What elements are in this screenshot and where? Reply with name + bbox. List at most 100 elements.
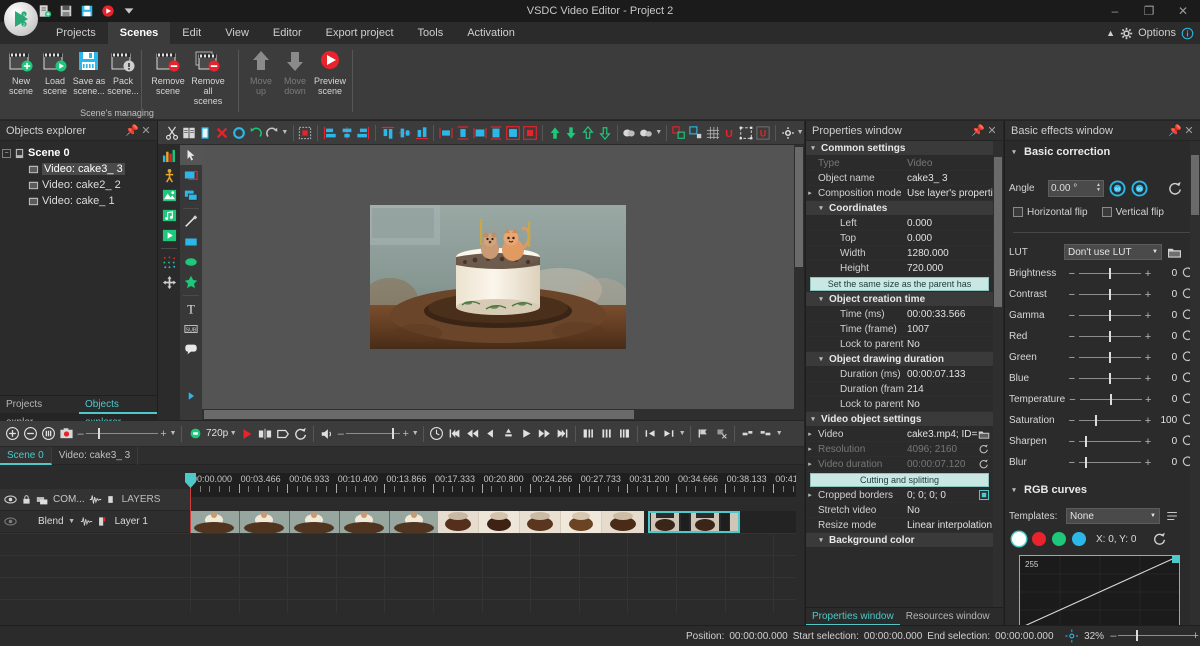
- canvas-vscroll-thumb[interactable]: [795, 147, 803, 267]
- spinner-arrows-icon[interactable]: ▲▼: [1096, 183, 1101, 193]
- skip-end-button[interactable]: [554, 424, 571, 444]
- volume-slider[interactable]: [346, 427, 400, 441]
- vertical-flip-checkbox[interactable]: [1102, 207, 1112, 217]
- settings-button[interactable]: [780, 123, 796, 143]
- slider-minus[interactable]: −: [1067, 373, 1076, 385]
- eye-icon[interactable]: [4, 515, 17, 528]
- lut-select[interactable]: Don't use LUT ▼: [1064, 244, 1162, 260]
- play2-button[interactable]: [518, 424, 535, 444]
- marker-mid-button[interactable]: [598, 424, 615, 444]
- image-tool[interactable]: [158, 185, 180, 205]
- close-icon[interactable]: ✕: [139, 124, 153, 137]
- blend-label[interactable]: Blend: [38, 516, 64, 527]
- slider-minus[interactable]: −: [1068, 394, 1077, 406]
- expand-arrow-icon[interactable]: ▸: [806, 445, 814, 453]
- eye-icon[interactable]: [4, 493, 17, 506]
- waveform-icon[interactable]: [89, 493, 102, 506]
- delete-button[interactable]: [214, 123, 230, 143]
- slider-track[interactable]: [1080, 393, 1141, 407]
- next-marker-button[interactable]: [660, 424, 677, 444]
- templates-select[interactable]: None ▼: [1066, 508, 1160, 524]
- layers-stack-icon[interactable]: [36, 493, 49, 506]
- move-up-button[interactable]: Moveup: [244, 48, 278, 96]
- paste-button[interactable]: [197, 123, 213, 143]
- particles-tool[interactable]: [158, 252, 180, 272]
- prop-row-width[interactable]: Width1280.000: [806, 246, 993, 261]
- distribute-h-button[interactable]: [438, 123, 454, 143]
- prop-row-type[interactable]: TypeVideo: [806, 156, 993, 171]
- timeline-clip-2[interactable]: [438, 511, 644, 533]
- timeline-zoom-caret-icon[interactable]: ▼: [169, 430, 177, 437]
- slider-minus[interactable]: −: [1067, 289, 1076, 301]
- collapse-arrow-icon[interactable]: ▾: [1009, 148, 1019, 156]
- redo-caret-icon[interactable]: ▼: [281, 129, 288, 136]
- info-icon[interactable]: [1181, 27, 1194, 40]
- prop-group-video-object-settings[interactable]: ▾Video object settings: [806, 412, 993, 427]
- tab-projects-explorer[interactable]: Projects explor...: [0, 396, 79, 414]
- zoom-in-button[interactable]: [4, 424, 21, 444]
- stop-button[interactable]: [500, 424, 517, 444]
- audio-tool[interactable]: [158, 205, 180, 225]
- subtitle-tool[interactable]: SUB: [180, 319, 202, 339]
- slider-plus[interactable]: +: [1144, 373, 1153, 385]
- tree-item-2[interactable]: Video: cake_ 1: [16, 193, 155, 209]
- maximize-button[interactable]: ❐: [1132, 0, 1166, 22]
- pin-icon[interactable]: 📌: [125, 124, 139, 137]
- snap-u2-button[interactable]: U: [755, 123, 771, 143]
- align-bottom-button[interactable]: [414, 123, 430, 143]
- menu-item-export-project[interactable]: Export project: [314, 22, 406, 44]
- prop-row-object-name[interactable]: Object namecake3_ 3: [806, 171, 993, 186]
- tab-properties-window[interactable]: Properties window: [806, 608, 900, 626]
- timeline-tab-scene0[interactable]: Scene 0: [0, 447, 52, 465]
- collapse-arrow-icon[interactable]: ▾: [1009, 486, 1019, 494]
- timeline-zoom-plus[interactable]: +: [159, 428, 168, 440]
- load-scene-button[interactable]: Loadscene: [38, 48, 72, 96]
- volume-caret-icon[interactable]: ▼: [411, 430, 419, 437]
- slider-plus[interactable]: +: [1144, 289, 1153, 301]
- send-backward-button[interactable]: [597, 123, 613, 143]
- tree-item-0[interactable]: Video: cake3_ 3: [16, 161, 155, 177]
- slider-plus[interactable]: +: [1144, 394, 1153, 406]
- timeline-track[interactable]: [190, 511, 796, 533]
- group-arrow-icon[interactable]: ▾: [816, 295, 826, 303]
- preview-scene-button[interactable]: Previewscene: [310, 48, 350, 96]
- red-channel-button[interactable]: [1032, 532, 1046, 546]
- layer-name[interactable]: Layer 1: [115, 516, 148, 527]
- slider-track[interactable]: [1079, 330, 1140, 344]
- bring-forward-button[interactable]: [580, 123, 596, 143]
- canvas-hscroll-thumb[interactable]: [204, 410, 634, 419]
- volume-plus[interactable]: +: [401, 428, 410, 440]
- expand-arrow-icon[interactable]: ▸: [806, 491, 814, 499]
- timeline-clip-3-selected[interactable]: [648, 511, 740, 533]
- slider-track[interactable]: [1079, 288, 1140, 302]
- folder-icon[interactable]: [1167, 246, 1182, 259]
- blend-caret-icon[interactable]: ▼: [68, 518, 76, 525]
- align-center-h-button[interactable]: [339, 123, 355, 143]
- rgb-channel-button[interactable]: [1012, 532, 1026, 546]
- properties-scroll-thumb[interactable]: [994, 157, 1002, 307]
- status-zoom-slider[interactable]: [1118, 629, 1192, 643]
- color-tag-icon[interactable]: [97, 515, 108, 528]
- person-tool[interactable]: [158, 165, 180, 185]
- snap-u-button[interactable]: U: [722, 123, 738, 143]
- tab-objects-explorer[interactable]: Objects explorer: [79, 396, 157, 414]
- tab-resources-window[interactable]: Resources window: [900, 608, 996, 626]
- slider-plus[interactable]: +: [1144, 310, 1153, 322]
- angle-spinner[interactable]: 0.00 ° ▲▼: [1048, 180, 1104, 197]
- remove-scene-button[interactable]: Removescene: [150, 48, 186, 96]
- object-settings-button[interactable]: [688, 123, 704, 143]
- close-icon[interactable]: ✕: [985, 124, 999, 137]
- pin-icon[interactable]: 📌: [971, 124, 985, 137]
- cut-button[interactable]: [164, 123, 180, 143]
- prop-row-left[interactable]: Left0.000: [806, 216, 993, 231]
- preview-canvas[interactable]: [202, 145, 794, 420]
- zoom-out-button[interactable]: [22, 424, 39, 444]
- nav-caret-icon[interactable]: ▼: [678, 430, 686, 437]
- close-icon[interactable]: ✕: [1182, 124, 1196, 137]
- reset-icon[interactable]: [1167, 180, 1184, 197]
- prop-button-22[interactable]: Cutting and splitting: [810, 473, 989, 487]
- group-arrow-icon[interactable]: ▾: [808, 415, 818, 423]
- rgb-curves-group[interactable]: ▾ RGB curves: [1009, 479, 1196, 501]
- reset-icon[interactable]: [1152, 531, 1168, 547]
- basic-correction-group[interactable]: ▾ Basic correction: [1009, 141, 1196, 163]
